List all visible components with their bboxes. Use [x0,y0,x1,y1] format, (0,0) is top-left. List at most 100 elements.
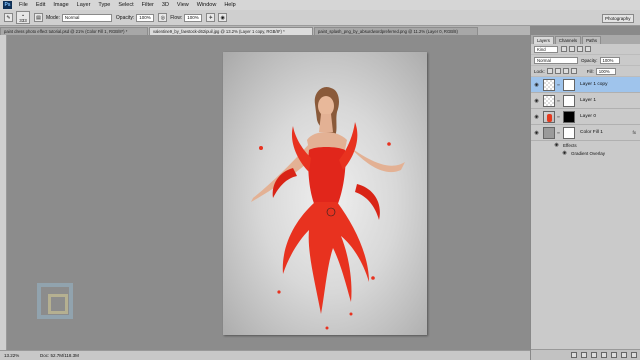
visibility-eye-icon[interactable]: ◉ [533,97,540,104]
flow-label: Flow: [170,14,183,21]
mode-label: Mode: [46,14,60,21]
layer-name: Color Fill 1 [580,130,603,135]
fill-input[interactable]: 100% [595,67,616,75]
pressure-size-icon[interactable]: ◉ [218,13,228,22]
opacity-input[interactable]: 100% [136,13,155,22]
effects-label: Effects [563,142,577,148]
document-canvas[interactable] [223,52,427,335]
tools-panel[interactable] [0,35,7,350]
mode-select[interactable]: Normal [61,13,112,22]
layer-thumbnail [543,110,555,123]
blend-mode-select[interactable]: Normal [534,56,578,64]
doc-tab-3[interactable]: paint_splash_png_by_absurdwordpreferred.… [314,27,478,35]
layer-mask-thumbnail[interactable] [563,94,575,107]
kind-filter-select[interactable]: Kind [534,45,558,53]
link-icon: ∞ [557,98,560,103]
layer-mask-thumbnail[interactable] [563,110,575,123]
new-layer-icon[interactable] [621,352,627,358]
gradient-overlay-row[interactable]: ◉ Gradient Overlay [531,149,640,157]
status-bar: 13.22% Doc: 52.7M/118.3M [0,350,530,360]
visibility-eye-icon[interactable]: ◉ [533,113,540,120]
lock-label: Lock: [534,68,545,74]
lock-position-icon[interactable] [562,68,569,74]
doc-tab-2[interactable]: valentine9_by_faestock-d62ipuil.jpg @ 13… [149,27,313,35]
visibility-eye-icon[interactable]: ◉ [553,142,560,149]
layer-row-layer-1-copy[interactable]: ◉ ∞ Layer 1 copy [531,77,640,93]
visibility-eye-icon[interactable]: ◉ [561,150,568,157]
link-icon: ∞ [557,114,560,119]
menu-window[interactable]: Window [197,2,217,8]
options-bar: ✎ • 333 ▤ Mode: Normal Opacity: 100% ◎ F… [0,10,640,26]
brush-panel-toggle-icon[interactable]: ▤ [34,13,43,22]
lock-row: Lock: Fill: 100% [531,66,640,77]
add-mask-icon[interactable] [591,352,597,358]
pixel-filter-icon[interactable] [561,46,567,52]
doc-tab-1[interactable]: paint dress photo effect tutorial.psd @ … [0,27,148,35]
fx-icon[interactable]: fx [632,130,636,135]
opacity-label: Opacity: [581,57,598,63]
layer-row-layer-1[interactable]: ◉ ∞ Layer 1 [531,93,640,109]
brush-tool-icon[interactable]: ✎ [4,13,13,22]
layer-name: Layer 0 [580,114,596,119]
menu-type[interactable]: Type [98,2,110,8]
panel-tab-bar: Layers Channels Paths [531,35,640,44]
menu-edit[interactable]: Edit [36,2,45,8]
menu-bar: Ps File Edit Image Layer Type Select Fil… [0,0,640,10]
tab-layers[interactable]: Layers [533,36,554,44]
blend-row: Normal Opacity: 100% [531,55,640,66]
adjustment-layer-icon[interactable] [601,352,607,358]
layer-row-color-fill-1[interactable]: ◉ ∞ Color Fill 1 fx [531,125,640,141]
menu-filter[interactable]: Filter [142,2,154,8]
new-group-icon[interactable] [611,352,617,358]
pressure-opacity-icon[interactable]: ◎ [158,13,168,22]
layers-panel: Layers Channels Paths Kind Normal Opacit… [530,35,640,360]
zoom-level[interactable]: 13.22% [4,353,22,358]
lock-image-icon[interactable] [554,68,561,74]
layer-name: Layer 1 copy [580,82,608,87]
flow-input[interactable]: 100% [184,13,203,22]
document-tab-bar: paint dress photo effect tutorial.psd @ … [0,26,530,35]
layer-opacity-input[interactable]: 100% [599,56,620,64]
canvas-area[interactable] [7,35,530,350]
menu-select[interactable]: Select [118,2,133,8]
layer-filter-row: Kind [531,44,640,55]
layer-name: Layer 1 [580,98,596,103]
layer-row-layer-0[interactable]: ◉ ∞ Layer 0 [531,109,640,125]
brush-preset-picker[interactable]: • 333 [16,11,30,24]
add-style-icon[interactable] [581,352,587,358]
effect-name: Gradient Overlay [571,150,606,156]
menu-view[interactable]: View [177,2,189,8]
layer-mask-thumbnail[interactable] [563,126,575,139]
brush-size-value: 333 [19,17,27,23]
link-icon: ∞ [557,130,560,135]
tab-paths[interactable]: Paths [582,36,602,44]
watermark-logo [37,283,73,319]
menu-help[interactable]: Help [224,2,235,8]
menu-file[interactable]: File [19,2,28,8]
effects-row[interactable]: ◉ Effects [531,141,640,149]
link-layers-icon[interactable] [571,352,577,358]
menu-layer[interactable]: Layer [77,2,91,8]
adjustment-filter-icon[interactable] [569,46,575,52]
lock-all-icon[interactable] [570,68,577,74]
menu-3d[interactable]: 3D [162,2,169,8]
type-filter-icon[interactable] [577,46,583,52]
layer-thumbnail [543,94,555,107]
opacity-label: Opacity: [115,14,135,21]
shape-filter-icon[interactable] [585,46,591,52]
lock-transparent-icon[interactable] [546,68,553,74]
layer-thumbnail [543,78,555,91]
visibility-eye-icon[interactable]: ◉ [533,129,540,136]
photoshop-logo: Ps [3,1,12,9]
visibility-eye-icon[interactable]: ◉ [533,81,540,88]
workspace-select[interactable]: Photography [602,14,634,23]
trash-icon[interactable] [631,352,637,358]
paint-splash-dress-artwork [251,86,405,330]
tab-channels[interactable]: Channels [554,36,582,44]
menu-image[interactable]: Image [53,2,68,8]
link-icon: ∞ [557,82,560,87]
layer-mask-thumbnail[interactable] [563,78,575,91]
fill-layer-thumbnail [543,126,555,139]
airbrush-icon[interactable]: ✈ [206,13,216,22]
fill-label: Fill: [586,68,594,74]
